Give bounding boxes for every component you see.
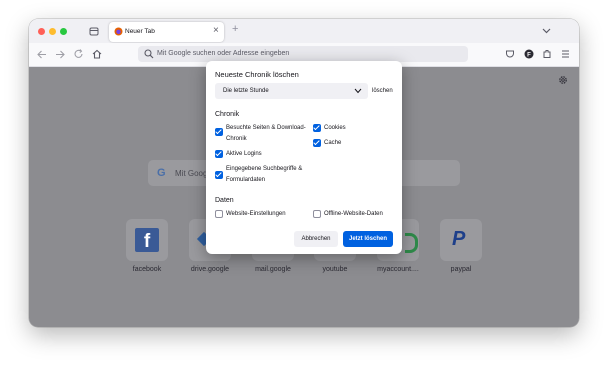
cancel-button[interactable]: Abbrechen xyxy=(294,231,338,247)
home-icon[interactable] xyxy=(92,49,102,59)
form-history-label: Eingegebene Suchbegriffe & xyxy=(226,166,303,172)
forward-icon[interactable] xyxy=(55,50,65,59)
tab-new-tab[interactable]: Neuer Tab × xyxy=(109,22,224,42)
firefox-logo-icon xyxy=(114,27,123,36)
dialog-title: Neueste Chronik löschen xyxy=(215,70,299,79)
url-bar[interactable]: Mit Google suchen oder Adresse eingeben xyxy=(138,46,468,62)
reload-icon[interactable] xyxy=(74,49,84,59)
google-account-icon xyxy=(405,233,418,253)
cache-label: Cache xyxy=(324,140,342,146)
menu-icon[interactable] xyxy=(561,50,570,58)
zoom-window-button[interactable] xyxy=(60,28,67,35)
clear-history-dialog: Neueste Chronik löschen Die letzte Stund… xyxy=(206,61,402,254)
site-settings-label: Website-Einstellungen xyxy=(226,211,286,217)
form-history-checkbox[interactable] xyxy=(215,171,223,179)
close-window-button[interactable] xyxy=(38,28,45,35)
clear-now-button[interactable]: Jetzt löschen xyxy=(343,231,393,247)
time-range-action-label: löschen xyxy=(372,88,393,94)
top-site-label: youtube xyxy=(322,266,348,273)
tab-close-icon[interactable]: × xyxy=(213,25,219,36)
tab-bar: Neuer Tab × + xyxy=(29,19,579,43)
list-all-tabs-icon[interactable] xyxy=(542,27,551,35)
firefox-view-icon[interactable] xyxy=(89,26,99,36)
top-site-paypal[interactable]: P xyxy=(440,219,482,261)
browsing-history-checkbox[interactable] xyxy=(215,128,223,136)
top-site-label: drive.google xyxy=(190,266,230,273)
svg-text:F: F xyxy=(527,52,531,58)
data-section-heading: Daten xyxy=(215,197,234,204)
site-settings-checkbox[interactable] xyxy=(215,210,223,218)
time-range-select[interactable]: Die letzte Stunde xyxy=(215,83,368,99)
tab-title: Neuer Tab xyxy=(125,28,155,35)
extensions-icon[interactable] xyxy=(542,49,552,59)
top-site-label: facebook xyxy=(132,266,162,273)
active-logins-checkbox[interactable] xyxy=(215,150,223,158)
cache-checkbox[interactable] xyxy=(313,139,321,147)
offline-data-label: Offline-Website-Daten xyxy=(324,211,383,217)
form-history-label-cont: Formulardaten xyxy=(226,177,266,183)
top-site-label: myaccount.... xyxy=(377,266,419,273)
top-site-label: paypal xyxy=(450,266,472,273)
google-logo-icon: G xyxy=(157,167,166,179)
top-site-label: mail.google xyxy=(255,266,291,273)
settings-gear-icon[interactable] xyxy=(558,75,568,85)
minimize-window-button[interactable] xyxy=(49,28,56,35)
search-icon xyxy=(144,49,154,59)
browsing-history-label-cont: Chronik xyxy=(226,136,247,142)
pocket-icon[interactable] xyxy=(505,49,515,59)
new-tab-button[interactable]: + xyxy=(232,23,238,35)
browsing-history-label: Besuchte Seiten & Download- xyxy=(226,125,306,131)
chevron-down-icon xyxy=(354,88,362,94)
offline-data-checkbox[interactable] xyxy=(313,210,321,218)
facebook-logo-icon: f xyxy=(135,228,159,252)
cookies-checkbox[interactable] xyxy=(313,124,321,132)
top-site-facebook[interactable]: f xyxy=(126,219,168,261)
paypal-logo-icon: P xyxy=(452,228,466,250)
account-avatar-icon[interactable]: F xyxy=(524,49,534,59)
time-range-value: Die letzte Stunde xyxy=(223,88,269,94)
active-logins-label: Aktive Logins xyxy=(226,151,262,157)
cookies-label: Cookies xyxy=(324,125,346,131)
history-section-heading: Chronik xyxy=(215,111,240,118)
back-icon[interactable] xyxy=(37,50,47,59)
url-bar-placeholder: Mit Google suchen oder Adresse eingeben xyxy=(157,50,290,57)
